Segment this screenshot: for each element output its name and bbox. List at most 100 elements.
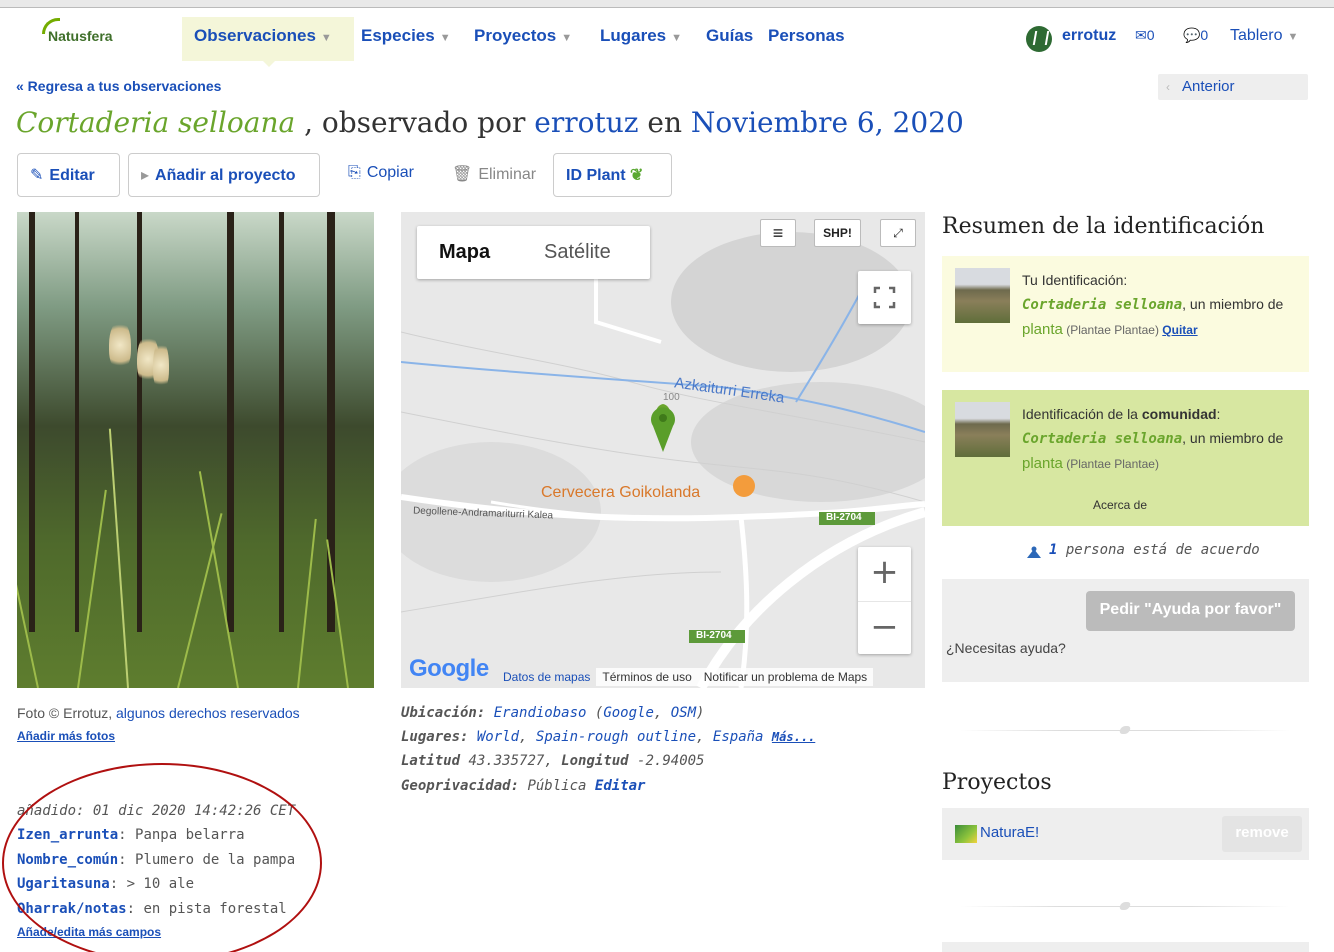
your-id-member: , un miembro de (1182, 296, 1284, 312)
geoprivacy-value: Pública (527, 778, 587, 794)
community-id-text: Identificación de la comunidad: Cortader… (1022, 402, 1302, 476)
red-circle-annotation (2, 763, 322, 952)
place-world-link[interactable]: World (477, 729, 519, 745)
remove-id-link[interactable]: Quitar (1162, 323, 1197, 337)
place-spain-outline-link[interactable]: Spain-rough outline (536, 729, 696, 745)
more-places-link[interactable]: Más... (772, 730, 815, 744)
photo-plume (109, 320, 131, 370)
community-taxon-link[interactable]: Cortaderia selloana (1022, 431, 1182, 447)
delete-button[interactable]: 🗑 Eliminar (440, 153, 548, 197)
google-link[interactable]: Google (603, 705, 654, 721)
copy-button[interactable]: ⎘ Copiar (336, 153, 426, 197)
title-date-link[interactable]: Noviembre 6, 2020 (691, 106, 964, 139)
copy-label: Copiar (366, 164, 414, 181)
logo[interactable]: Natusfera (42, 18, 113, 44)
community-group-link[interactable]: planta (1022, 455, 1063, 472)
lat-value: 43.335727 (468, 753, 545, 769)
page-title: Cortaderia selloana , observado por erro… (16, 106, 964, 139)
nav-guias[interactable]: Guías (706, 26, 753, 46)
map-terms-link[interactable]: Términos de uso (596, 668, 698, 686)
edit-label: Editar (49, 167, 95, 184)
map-type-map-button[interactable]: Mapa (417, 226, 524, 279)
map-type-control: Mapa Satélite (417, 226, 650, 279)
layers-button[interactable]: ≡ (760, 219, 796, 247)
community-member: , un miembro de (1182, 430, 1284, 446)
messages-counter[interactable]: ✉0 (1135, 27, 1155, 44)
place-link[interactable]: Erandiobaso (494, 705, 587, 721)
fullscreen-button[interactable] (858, 271, 911, 324)
nav-personas[interactable]: Personas (768, 26, 845, 46)
your-id-group-link[interactable]: planta (1022, 321, 1063, 338)
title-user-link[interactable]: errotuz (534, 106, 638, 139)
location-line: Ubicación: Erandiobaso (Google, OSM) (401, 705, 705, 721)
geoprivacy-edit-link[interactable]: Editar (595, 778, 646, 794)
location-label: Ubicación: (401, 705, 486, 721)
nav-observaciones[interactable]: Observaciones ▼ (194, 26, 332, 46)
add-more-photos-link[interactable]: Añadir más fotos (17, 729, 115, 743)
previous-label: Anterior (1182, 78, 1235, 95)
photo-trunk (29, 212, 35, 632)
project-item: NaturaE! remove (942, 808, 1309, 860)
comments-counter[interactable]: 💬0 (1183, 27, 1208, 44)
chevron-down-icon: ▼ (671, 32, 683, 44)
help-text: ¿Necesitas ayuda? (946, 640, 1066, 656)
community-sci: (Plantae Plantae) (1062, 457, 1159, 471)
photo-trunk (75, 212, 79, 632)
shp-button[interactable]: SHP! (814, 219, 861, 247)
coordinates-line: Latitud 43.335727, Longitud -2.94005 (401, 753, 705, 769)
map-road-badge: BI-2704 (826, 512, 862, 523)
map-data-link[interactable]: Datos de mapas (497, 668, 596, 686)
photo-trunk (227, 212, 234, 632)
osm-link[interactable]: OSM (671, 705, 696, 721)
map-report-link[interactable]: Notificar un problema de Maps (697, 668, 874, 686)
previous-button[interactable]: ‹ Anterior (1158, 74, 1308, 100)
zoom-in-button[interactable]: + (858, 547, 911, 600)
agree-text: persona está de acuerdo (1057, 542, 1260, 558)
observation-photo[interactable] (17, 212, 374, 688)
zoom-control: + − (858, 547, 911, 654)
user-avatar[interactable] (1026, 26, 1052, 52)
caret-right-icon: ▸ (141, 167, 150, 184)
taxon-thumbnail[interactable] (955, 268, 1010, 323)
browser-top-strip (0, 0, 1334, 8)
map-footer: Datos de mapas Términos de uso Notificar u… (497, 668, 874, 688)
nav-proyectos[interactable]: Proyectos ▼ (474, 26, 572, 46)
back-to-observations-link[interactable]: « Regresa a tus observaciones (16, 78, 221, 94)
external-map-button[interactable]: ⤢ (880, 219, 916, 247)
your-id-taxon-link[interactable]: Cortaderia selloana (1022, 297, 1182, 313)
project-icon (955, 825, 977, 843)
idplant-label: ID Plant (566, 167, 626, 184)
taxon-thumbnail[interactable] (955, 402, 1010, 457)
external-link-icon: ⤢ (893, 226, 903, 240)
nav-lugares[interactable]: Lugares ▼ (600, 26, 682, 46)
geoprivacy-line: Geoprivacidad: Pública Editar (401, 778, 645, 794)
photo-trunk (137, 212, 142, 632)
edit-button[interactable]: ✎ Editar (17, 153, 120, 197)
map[interactable]: Azkaiturri Erreka 100 Cervecera Goikolan… (401, 212, 925, 688)
nav-label: Proyectos (474, 26, 557, 45)
map-type-satellite-button[interactable]: Satélite (524, 226, 650, 279)
project-name-link[interactable]: NaturaE! (980, 824, 1039, 841)
credit-prefix: Foto © Errotuz, (17, 705, 117, 721)
people-agree-icon (1024, 545, 1046, 559)
about-community-id-link[interactable]: Acerca de (1093, 498, 1147, 512)
nav-especies[interactable]: Especies ▼ (361, 26, 451, 46)
dashboard-label: Tablero (1230, 27, 1283, 44)
nav-label: Guías (706, 26, 754, 45)
dashboard-menu[interactable]: Tablero ▼ (1230, 27, 1298, 45)
chevron-left-icon: ‹ (1166, 80, 1170, 94)
title-species-link[interactable]: Cortaderia selloana (16, 106, 295, 139)
ask-for-help-button[interactable]: Pedir "Ayuda por favor" (1086, 591, 1295, 631)
place-espana-link[interactable]: España (713, 729, 764, 745)
google-logo[interactable]: Google (409, 655, 489, 683)
chevron-down-icon: ▼ (561, 32, 573, 44)
nav-label: Especies (361, 26, 435, 45)
lon-value: -2.94005 (637, 753, 705, 769)
zoom-out-button[interactable]: − (858, 601, 911, 654)
user-menu-link[interactable]: errotuz (1062, 27, 1116, 45)
title-observed-by: , observado por (295, 106, 535, 139)
add-to-project-button[interactable]: ▸ Añadir al proyecto (128, 153, 320, 197)
id-plant-button[interactable]: ID Plant ❦ (553, 153, 672, 197)
license-link[interactable]: algunos derechos reservados (116, 705, 300, 721)
remove-project-button[interactable]: remove (1222, 816, 1302, 852)
